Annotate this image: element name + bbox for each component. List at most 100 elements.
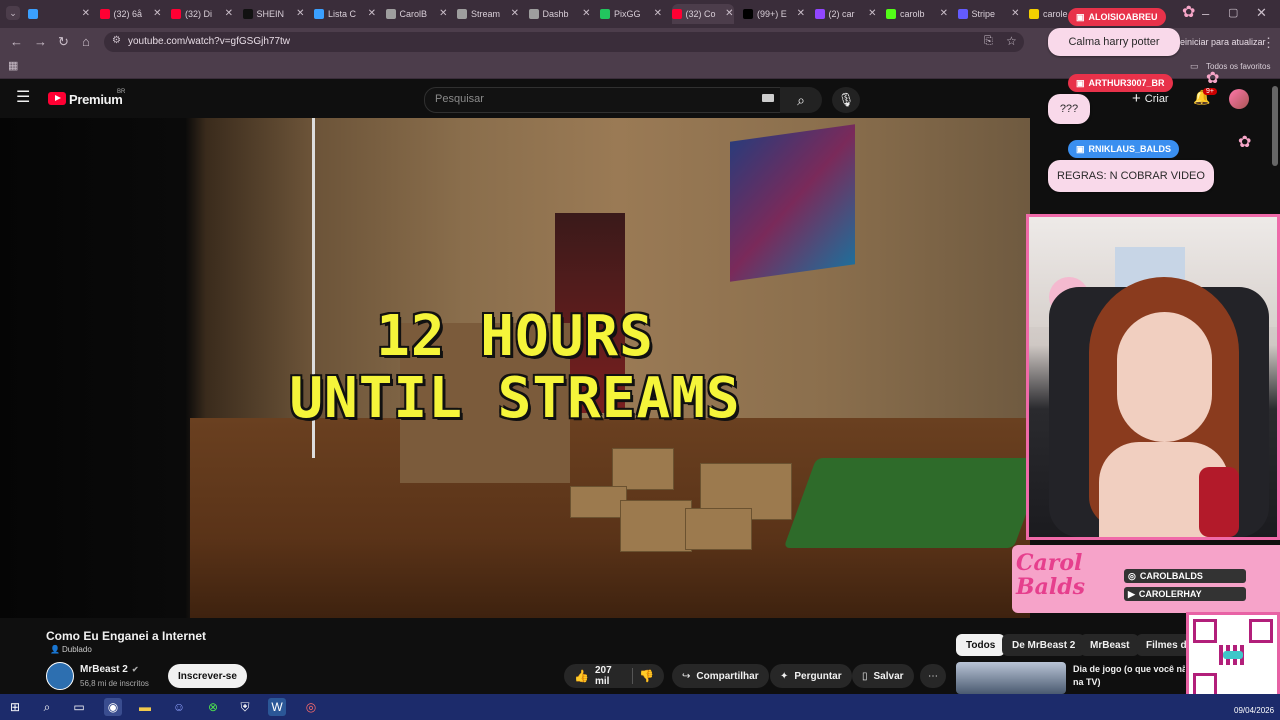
search-icon[interactable]: ⌕	[38, 698, 56, 716]
browser-tab[interactable]: SHEIN ✕	[242, 4, 305, 24]
discord-icon[interactable]: ☺	[170, 698, 188, 716]
update-text[interactable]: einiciar para atualizar	[1180, 37, 1266, 47]
webcam-microphone	[1199, 467, 1239, 537]
omnibox[interactable]: ⚙ youtube.com/watch?v=gfGSGjh77tw ⎘ ☆	[104, 32, 1024, 52]
create-button[interactable]: + Criar	[1132, 90, 1169, 107]
tab-close-icon[interactable]: ✕	[296, 8, 304, 19]
reload-icon[interactable]: ↻	[58, 34, 69, 50]
hamburger-menu-icon[interactable]: ☰	[16, 90, 30, 106]
youtube-logo-icon[interactable]	[48, 92, 66, 105]
youtube-logo-text[interactable]: Premium	[69, 92, 123, 107]
video-box	[570, 486, 627, 518]
tab-label: Lista C	[328, 9, 357, 19]
keyboard-icon[interactable]	[762, 94, 774, 102]
bookmark-star-icon[interactable]: ☆	[1006, 34, 1017, 48]
user-icon: ▣	[1076, 143, 1085, 154]
recommendation-thumbnail[interactable]	[956, 662, 1066, 694]
browser-tab[interactable]: Stripe ✕	[957, 4, 1020, 24]
video-overlay-caption: 12 HOURS UNTIL STREAMS	[0, 306, 1030, 430]
social-instagram-x: ◎ CAROLBALDS	[1124, 569, 1246, 583]
tab-close-icon[interactable]: ✕	[582, 8, 590, 19]
security-icon[interactable]: ⛨	[236, 698, 254, 716]
tab-close-icon[interactable]: ✕	[1011, 8, 1019, 19]
share-button[interactable]: ↪ Compartilhar	[672, 664, 769, 688]
tab-close-icon[interactable]: ✕	[797, 8, 805, 19]
notification-count-badge: 9+	[1203, 88, 1217, 95]
brand-name: Carol Balds	[1016, 550, 1085, 600]
word-icon[interactable]: W	[268, 698, 286, 716]
search-button[interactable]: ⌕	[780, 87, 822, 113]
tab-close-icon[interactable]: ✕	[153, 8, 161, 19]
tab-label: SHEIN	[256, 9, 285, 19]
browser-tab[interactable]: Stream ✕	[457, 4, 519, 24]
browser-tab[interactable]: PixGG ✕	[600, 4, 662, 24]
channel-name-row[interactable]: MrBeast 2 ✔	[80, 664, 139, 675]
tab-close-icon[interactable]: ✕	[439, 8, 447, 19]
save-label: Salvar	[873, 670, 904, 682]
install-icon[interactable]: ⎘	[984, 35, 993, 48]
subscribe-button[interactable]: Inscrever-se	[168, 664, 247, 688]
like-icon[interactable]: 👍	[574, 669, 589, 683]
search-input[interactable]: Pesquisar	[435, 93, 484, 105]
browser-tab[interactable]: ✕	[28, 4, 90, 24]
home-icon[interactable]: ⌂	[82, 34, 90, 49]
browser-tab[interactable]: Lista C ✕	[314, 4, 376, 24]
browser-tab[interactable]: (32) Di ✕	[171, 4, 233, 24]
recommendation-title[interactable]: Dia de jogo (o que você nã na TV)	[1073, 663, 1185, 689]
menu-kebab-icon[interactable]: ⋮	[1262, 35, 1275, 51]
voice-search-button[interactable]: 🎙	[832, 87, 860, 113]
tab-close-icon[interactable]: ✕	[225, 8, 233, 19]
minimize-icon[interactable]: –	[1202, 6, 1209, 21]
tab-close-icon[interactable]: ✕	[940, 8, 948, 19]
close-window-icon[interactable]: ✕	[1256, 5, 1267, 21]
tab-close-icon[interactable]: ✕	[368, 8, 376, 19]
obs-icon[interactable]: ◎	[302, 698, 320, 716]
chrome-icon[interactable]: ◉	[104, 698, 122, 716]
page-scrollbar[interactable]	[1272, 86, 1278, 166]
tab-favicon-icon	[743, 9, 753, 19]
person-icon: 👤	[50, 645, 60, 654]
recommendation-title-line-1: Dia de jogo (o que você nã	[1073, 664, 1185, 674]
back-icon[interactable]: ←	[10, 34, 23, 49]
channel-avatar[interactable]	[46, 662, 74, 690]
more-actions-button[interactable]: ⋯	[920, 664, 946, 688]
user-icon: ▣	[1076, 11, 1085, 22]
browser-tab[interactable]: (32) Co ✕	[671, 4, 734, 24]
tab-search-icon[interactable]: ⌄	[6, 6, 20, 20]
tab-favicon-icon	[814, 9, 825, 19]
browser-tab[interactable]: CarolB ✕	[385, 4, 448, 24]
tab-close-icon[interactable]: ✕	[725, 8, 733, 19]
search-box[interactable]: Pesquisar	[424, 87, 781, 113]
chip-all[interactable]: Todos	[956, 634, 1006, 656]
browser-tab[interactable]: (99+) E ✕	[743, 4, 805, 24]
browser-tab[interactable]: (32) 6å ✕	[99, 4, 162, 24]
tab-close-icon[interactable]: ✕	[511, 8, 519, 19]
tab-close-icon[interactable]: ✕	[82, 8, 90, 19]
tab-close-icon[interactable]: ✕	[654, 8, 662, 19]
video-player[interactable]: 12 HOURS UNTIL STREAMS	[0, 118, 1030, 618]
dislike-icon[interactable]: 👎	[639, 669, 654, 683]
site-info-icon[interactable]: ⚙	[112, 35, 121, 46]
chip-mrbeast2[interactable]: De MrBeast 2	[1002, 634, 1086, 656]
forward-icon[interactable]: →	[34, 34, 47, 49]
tab-close-icon[interactable]: ✕	[868, 8, 876, 19]
search-icon: ⌕	[797, 91, 805, 108]
ask-button[interactable]: ✦ Perguntar	[770, 664, 852, 688]
file-explorer-icon[interactable]: ▬	[136, 698, 154, 716]
maximize-icon[interactable]: ▢	[1228, 6, 1238, 19]
url-text[interactable]: youtube.com/watch?v=gfGSGjh77tw	[128, 36, 290, 47]
share-label: Compartilhar	[696, 670, 759, 682]
account-avatar[interactable]	[1229, 89, 1249, 109]
task-view-icon[interactable]: ▭	[70, 698, 88, 716]
browser-tab[interactable]: Dashb ✕	[528, 4, 591, 24]
apps-grid-icon[interactable]: ▦	[8, 59, 18, 72]
tab-favicon-icon	[242, 9, 253, 19]
channel-name[interactable]: MrBeast 2	[80, 664, 128, 675]
browser-tab[interactable]: carolb ✕	[886, 4, 948, 24]
save-button[interactable]: ▯ Salvar	[852, 664, 914, 688]
windows-start-icon[interactable]: ⊞	[6, 698, 24, 716]
browser-tab[interactable]: (2) car ✕	[814, 4, 877, 24]
chip-mrbeast[interactable]: MrBeast	[1080, 634, 1140, 656]
xbox-icon[interactable]: ⊗	[204, 698, 222, 716]
like-count[interactable]: 207 mil	[595, 665, 622, 687]
